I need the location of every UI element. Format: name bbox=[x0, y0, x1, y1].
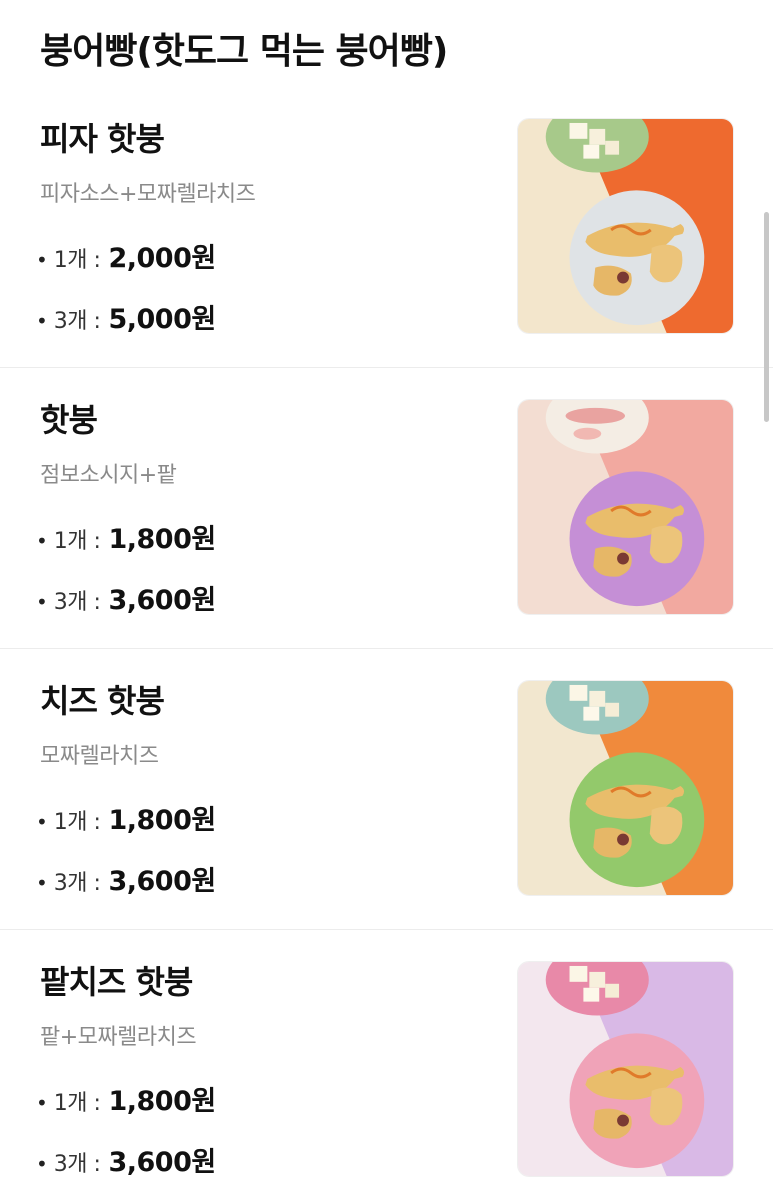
menu-item[interactable]: 핫붕 점보소시지+팥 • 1개 :1,800원 • 3개 :3,600원 bbox=[0, 383, 773, 664]
section-title: 붕어빵(핫도그 먹는 붕어빵) bbox=[40, 31, 448, 72]
item-photo[interactable] bbox=[517, 399, 734, 615]
price-row: • 1개 : 1,800원 bbox=[36, 798, 216, 837]
quantity-label: 1개 : bbox=[53, 248, 101, 273]
main-plate bbox=[569, 471, 705, 607]
item-description: 피자소스+모짜렐라치즈 bbox=[40, 182, 256, 207]
price-value: 1,800원 bbox=[108, 524, 216, 555]
main-plate bbox=[569, 190, 705, 326]
menu-item[interactable]: 치즈 핫붕 모짜렐라치즈 • 1개 :1,800원 • 3개 :3,600원 bbox=[0, 664, 773, 945]
cheese-cube bbox=[583, 144, 600, 159]
bullet-icon: • bbox=[36, 248, 48, 272]
price-row: • 1개 : 1,800원 bbox=[36, 1079, 216, 1118]
item-photo[interactable] bbox=[517, 118, 734, 334]
item-name: 핫붕 bbox=[40, 401, 98, 439]
price-value: 3,600원 bbox=[108, 1147, 216, 1178]
scrollbar[interactable] bbox=[764, 212, 769, 422]
price-value: 2,000원 bbox=[108, 243, 216, 274]
item-name: 피자 핫붕 bbox=[40, 120, 165, 158]
main-plate bbox=[569, 752, 705, 888]
cheese-cube bbox=[569, 122, 588, 139]
price-value: 1,800원 bbox=[108, 805, 216, 836]
price-row: • 3개 : 5,000원 bbox=[36, 297, 216, 336]
menu-item[interactable]: 피자 핫붕 피자소스+모짜렐라치즈 • 1개 :2,000원 • 3개 :5,000원 bbox=[0, 102, 773, 383]
bullet-icon: • bbox=[36, 810, 48, 834]
item-description: 점보소시지+팥 bbox=[40, 463, 177, 488]
sausage-slice bbox=[573, 427, 602, 440]
item-name: 팥치즈 핫붕 bbox=[40, 963, 193, 1001]
item-description: 모짜렐라치즈 bbox=[40, 744, 159, 769]
bullet-icon: • bbox=[36, 1152, 48, 1176]
quantity-label: 1개 : bbox=[53, 810, 101, 835]
cheese-cube bbox=[583, 987, 600, 1002]
cheese-cube bbox=[583, 706, 600, 721]
quantity-label: 3개 : bbox=[53, 871, 101, 896]
price-row: • 3개 : 3,600원 bbox=[36, 1140, 216, 1179]
price-row: • 3개 : 3,600원 bbox=[36, 859, 216, 898]
sausage bbox=[565, 407, 626, 424]
cheese-cube bbox=[569, 684, 588, 701]
quantity-label: 1개 : bbox=[53, 529, 101, 554]
bullet-icon: • bbox=[36, 590, 48, 614]
quantity-label: 1개 : bbox=[53, 1091, 101, 1116]
divider bbox=[0, 367, 773, 368]
item-name: 치즈 핫붕 bbox=[40, 682, 165, 720]
quantity-label: 3개 : bbox=[53, 309, 101, 334]
cheese-cube bbox=[605, 702, 620, 717]
quantity-label: 3개 : bbox=[53, 590, 101, 615]
cheese-cube bbox=[605, 983, 620, 998]
menu-page: 붕어빵(핫도그 먹는 붕어빵) 피자 핫붕 피자소스+모짜렐라치즈 • 1개 :2,0… bbox=[0, 0, 773, 1193]
divider bbox=[0, 648, 773, 649]
bullet-icon: • bbox=[36, 871, 48, 895]
cheese-cube bbox=[589, 971, 606, 988]
quantity-label: 3개 : bbox=[53, 1152, 101, 1177]
main-plate bbox=[569, 1033, 705, 1169]
cheese-cube bbox=[589, 128, 606, 145]
item-description: 팥+모짜렐라치즈 bbox=[40, 1025, 197, 1050]
price-value: 1,800원 bbox=[108, 1086, 216, 1117]
item-photo[interactable] bbox=[517, 680, 734, 896]
cheese-cube bbox=[589, 690, 606, 707]
cheese-cube bbox=[569, 965, 588, 982]
item-photo[interactable] bbox=[517, 961, 734, 1177]
divider bbox=[0, 929, 773, 930]
price-value: 3,600원 bbox=[108, 585, 216, 616]
price-value: 5,000원 bbox=[108, 304, 216, 335]
bullet-icon: • bbox=[36, 1091, 48, 1115]
price-row: • 1개 : 1,800원 bbox=[36, 517, 216, 556]
price-row: • 1개 : 2,000원 bbox=[36, 236, 216, 275]
menu-item[interactable]: 팥치즈 핫붕 팥+모짜렐라치즈 • 1개 :1,800원 • 3개 :3,600원 bbox=[0, 945, 773, 1193]
bullet-icon: • bbox=[36, 309, 48, 333]
price-value: 3,600원 bbox=[108, 866, 216, 897]
price-row: • 3개 : 3,600원 bbox=[36, 578, 216, 617]
cheese-cube bbox=[605, 140, 620, 155]
bullet-icon: • bbox=[36, 529, 48, 553]
